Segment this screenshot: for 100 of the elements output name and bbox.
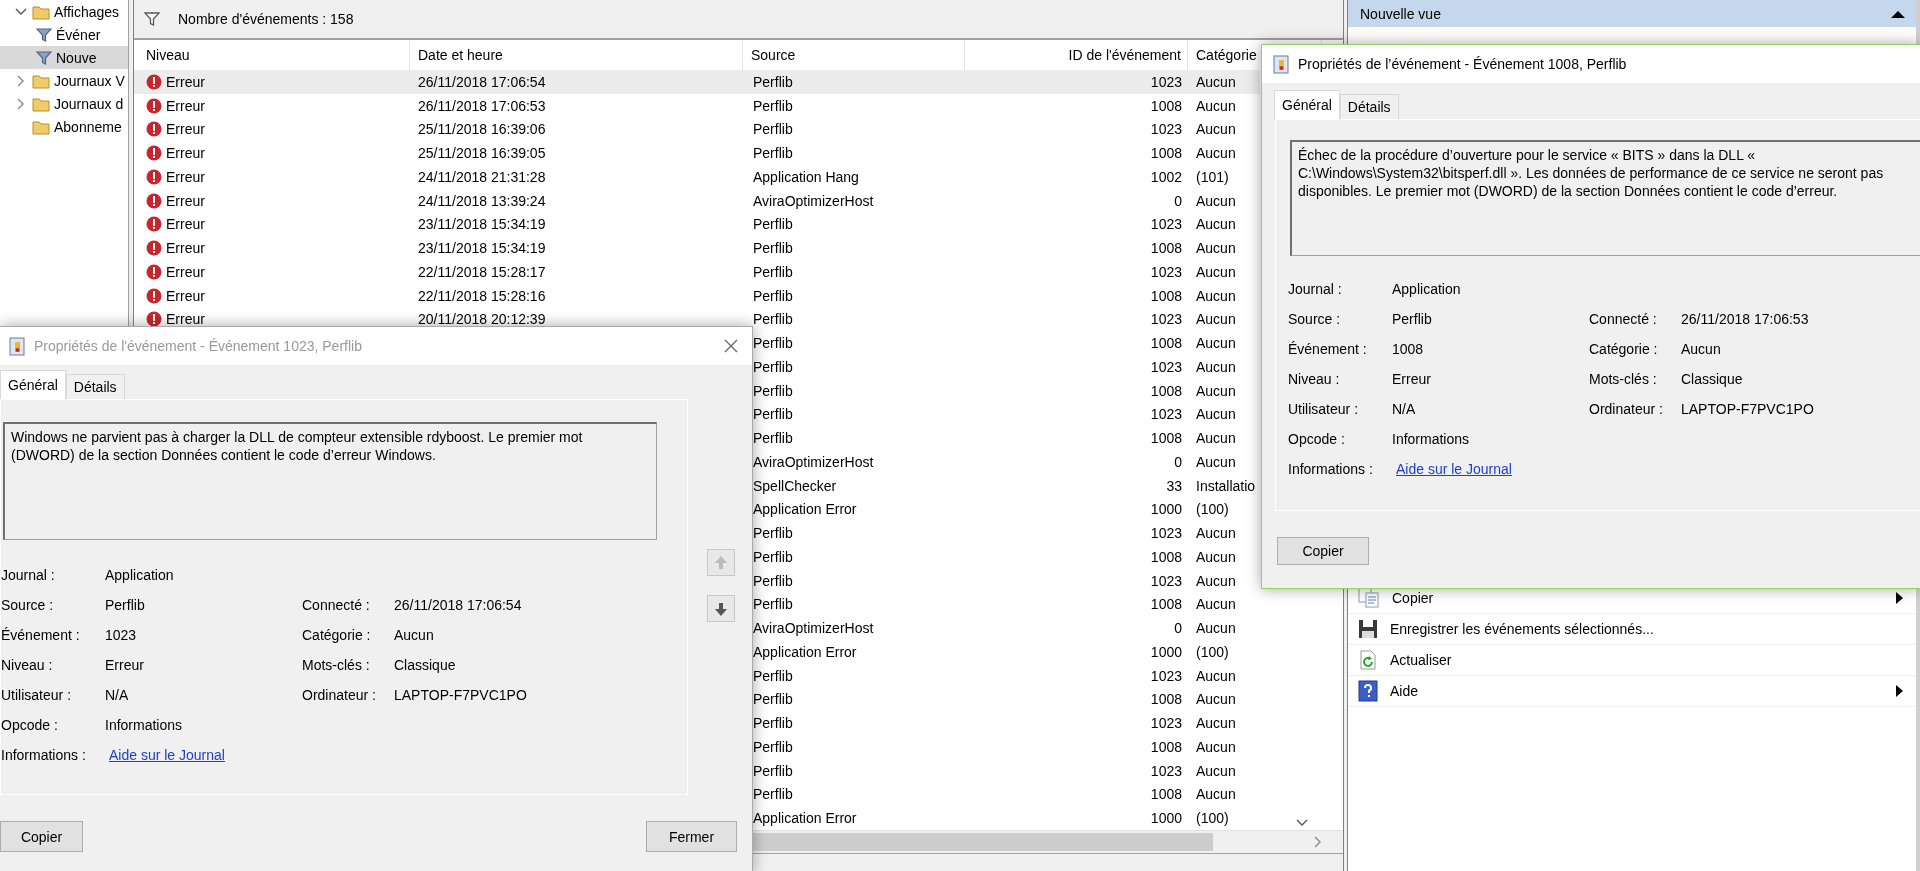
table-cell-text: Perflib [752,406,794,423]
table-cell-text: 22/11/2018 15:28:17 [417,263,547,280]
message-box: Windows ne parvient pas à charger la DLL de compteur extensible rdyboost. Le premier mot (DWORD) de la section Données contient le code d’erreur Windows. [3,422,657,540]
field-value: 26/11/2018 17:06:53 [1681,311,1810,327]
table-cell-text: 25/11/2018 16:39:05 [417,145,547,162]
dialog-button[interactable]: Copier [1277,537,1369,565]
error-icon [146,192,162,209]
table-cell-text: Perflib [752,430,794,447]
table-cell-text: 20/11/2018 20:12:39 [417,311,547,328]
filter-icon [36,26,52,43]
table-cell-text: 1008 [1149,335,1183,352]
table-row[interactable]: Erreur 22/11/2018 15:28:17 Perflib 1023 Aucun [134,260,1260,284]
table-cell-text: 1000 [1149,643,1183,660]
table-cell-text: 22/11/2018 15:28:16 [417,287,547,304]
tree-item[interactable]: Nouve [0,46,128,69]
table-cell-text: 25/11/2018 16:39:06 [417,121,547,138]
table-cell-text: 1008 [1149,691,1183,708]
section-title: Nouvelle vue [1360,5,1441,22]
table-cell-text: 0 [1173,620,1183,637]
tree-item[interactable]: Journaux d [0,92,128,115]
action-item[interactable]: Actualiser [1348,645,1916,676]
table-cell-text: 1008 [1149,430,1183,447]
tree-item[interactable]: Affichages [0,0,128,23]
table-cell-text: Aucun [1195,667,1236,684]
table-cell-text: 24/11/2018 13:39:24 [417,192,547,209]
field-label: Connecté : [1589,311,1658,327]
section-header[interactable]: Nouvelle vue [1348,0,1916,27]
tree-item[interactable]: Journaux V [0,69,128,92]
table-row[interactable]: Erreur 22/11/2018 15:28:16 Perflib 1008 Aucun [134,283,1260,308]
collapse-arrow-icon [1890,8,1906,19]
field-label: Utilisateur : [1,687,73,703]
field-label: Informations : [1288,461,1374,477]
previous-button[interactable] [707,549,735,576]
table-cell-text: Aucun [1195,311,1236,328]
table-cell-text: Perflib [752,97,794,114]
field-label: Catégorie : [1589,341,1659,357]
table-row[interactable]: Erreur 26/11/2018 17:06:53 Perflib 1008 Aucun [134,93,1260,118]
action-item[interactable]: Aide [1348,676,1916,707]
table-cell-text: 1023 [1149,216,1183,233]
field-value: Erreur [1392,371,1432,387]
table-cell-text: Aucun [1195,287,1236,304]
field-value: 26/11/2018 17:06:54 [394,597,523,613]
table-cell-text: 1008 [1149,548,1183,565]
tab[interactable]: Général [1274,90,1340,119]
table-cell-text: 24/11/2018 21:31:28 [417,168,547,185]
table-cell-text: Aucun [1195,73,1236,90]
table-cell-text: Aucun [1195,406,1236,423]
table-cell-text: AviraOptimizerHost [752,192,875,209]
field-label: Source : [1288,311,1342,327]
table-cell-text: Application Hang [752,168,860,185]
tree-item[interactable]: Abonneme [0,115,128,138]
help-link[interactable]: Aide sur le Journal [109,747,225,763]
error-icon [146,287,162,304]
table-cell-text: Aucun [1195,548,1236,565]
table-cell-text: Perflib [752,121,794,138]
table-cell-text: Perflib [752,216,794,233]
field-label: Mots-clés : [302,657,371,673]
table-cell-text: Aucun [1195,382,1236,399]
next-button[interactable] [707,595,735,622]
field-label: Utilisateur : [1288,401,1360,417]
folder-icon [32,3,50,20]
table-cell-text: 1023 [1149,406,1183,423]
table-row[interactable]: Erreur 23/11/2018 15:34:19 Perflib 1008 Aucun [134,236,1260,260]
tree-item[interactable]: Événer [0,23,128,46]
table-cell-text: 1023 [1149,73,1183,90]
dialog-button[interactable]: Copier [0,821,83,852]
table-cell-text: 1000 [1149,810,1183,827]
table-cell-text: Perflib [752,715,794,732]
table-cell-text: Perflib [752,525,794,542]
table-cell-text: Aucun [1195,192,1236,209]
dialog-button[interactable]: Fermer [646,821,737,852]
action-item[interactable]: Enregistrer les événements sélectionnés... [1348,614,1916,645]
table-cell-text: Aucun [1195,335,1236,352]
field-label: Journal : [1,567,56,583]
error-icon [146,263,162,280]
table-cell-text: Aucun [1195,572,1236,589]
arrow-down-icon [713,600,729,617]
field-value: 1008 [1392,341,1425,357]
table-cell-text: AviraOptimizerHost [752,620,875,637]
tab[interactable]: Général [0,370,66,399]
field-label: Mots-clés : [1589,371,1658,387]
scrollbar-thumb[interactable] [752,833,1213,851]
table-row[interactable]: Erreur 23/11/2018 15:34:19 Perflib 1023 Aucun [134,212,1260,237]
table-cell-text: 1023 [1149,572,1183,589]
help-link[interactable]: Aide sur le Journal [1396,461,1512,477]
table-row[interactable]: Erreur 20/11/2018 20:12:39 Perflib 1023 Aucun [134,307,1260,332]
field-value: N/A [1392,401,1417,417]
table-row[interactable]: Erreur 26/11/2018 17:06:54 Perflib 1023 Aucun [134,70,1260,94]
field-value: Erreur [105,657,145,673]
tab[interactable]: Détails [1339,94,1399,119]
tab[interactable]: Détails [65,374,125,399]
table-cell-text: SpellChecker [752,477,838,494]
table-cell-text: Aucun [1195,453,1236,470]
table-cell: Erreur [166,263,205,280]
table-cell-text: (100) [1195,501,1229,518]
table-row[interactable]: Erreur 25/11/2018 16:39:06 Perflib 1023 Aucun [134,117,1260,142]
table-row[interactable]: Erreur 24/11/2018 13:39:24 AviraOptimizerHost 0 Aucun [134,188,1260,213]
table-row[interactable]: Erreur 24/11/2018 21:31:28 Application Hang 1002 (101) [134,165,1260,189]
table-row[interactable]: Erreur 25/11/2018 16:39:05 Perflib 1008 Aucun [134,141,1260,165]
field-label: Informations : [1,747,87,763]
